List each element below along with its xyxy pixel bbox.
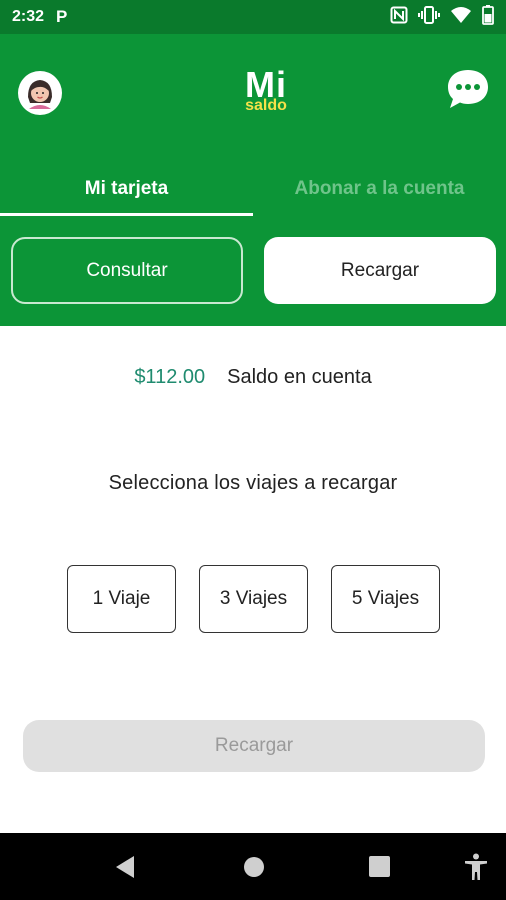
balance-amount: $112.00 xyxy=(134,365,206,388)
tab-abonar-cuenta[interactable]: Abonar a la cuenta xyxy=(253,162,506,216)
status-time: 2:32 xyxy=(12,8,45,25)
app-header: Mi saldo Mi tarjeta Abonar a la cuenta C… xyxy=(0,34,506,326)
recents-icon[interactable] xyxy=(369,856,390,877)
trip-selection-title: Selecciona los viajes a recargar xyxy=(108,472,398,494)
accessibility-icon[interactable] xyxy=(464,853,488,881)
battery-icon xyxy=(482,4,494,30)
tabs: Mi tarjeta Abonar a la cuenta xyxy=(0,162,506,216)
recargar-tab-button[interactable]: Recargar xyxy=(264,237,496,304)
trip-options: 1 Viaje 3 Viajes 5 Viajes xyxy=(67,565,440,633)
trip-option-1[interactable]: 1 Viaje xyxy=(67,565,176,633)
avatar-icon xyxy=(21,74,59,112)
notification-p-icon: P xyxy=(56,7,68,26)
avatar[interactable] xyxy=(18,71,62,115)
status-left: 2:32 P xyxy=(12,7,67,27)
nfc-icon xyxy=(390,6,408,29)
status-icons xyxy=(390,4,494,30)
recargar-submit-button[interactable]: Recargar xyxy=(23,720,485,772)
balance-label: Saldo en cuenta xyxy=(227,365,372,388)
back-icon[interactable] xyxy=(114,855,136,879)
status-bar: 2:32 P xyxy=(0,0,506,34)
wifi-icon xyxy=(450,6,472,29)
balance-row: $112.00 Saldo en cuenta xyxy=(0,362,506,392)
tab-mi-tarjeta[interactable]: Mi tarjeta xyxy=(0,162,253,216)
trip-option-5[interactable]: 5 Viajes xyxy=(331,565,440,633)
vibrate-icon xyxy=(418,5,440,29)
home-icon[interactable] xyxy=(243,856,265,878)
navigation-bar xyxy=(0,833,506,900)
trip-option-3[interactable]: 3 Viajes xyxy=(199,565,308,633)
logo-bottom-text: saldo xyxy=(245,97,287,114)
mi-saldo-logo: Mi saldo xyxy=(232,67,300,123)
consultar-button[interactable]: Consultar xyxy=(11,237,243,304)
chat-icon[interactable] xyxy=(444,66,492,114)
